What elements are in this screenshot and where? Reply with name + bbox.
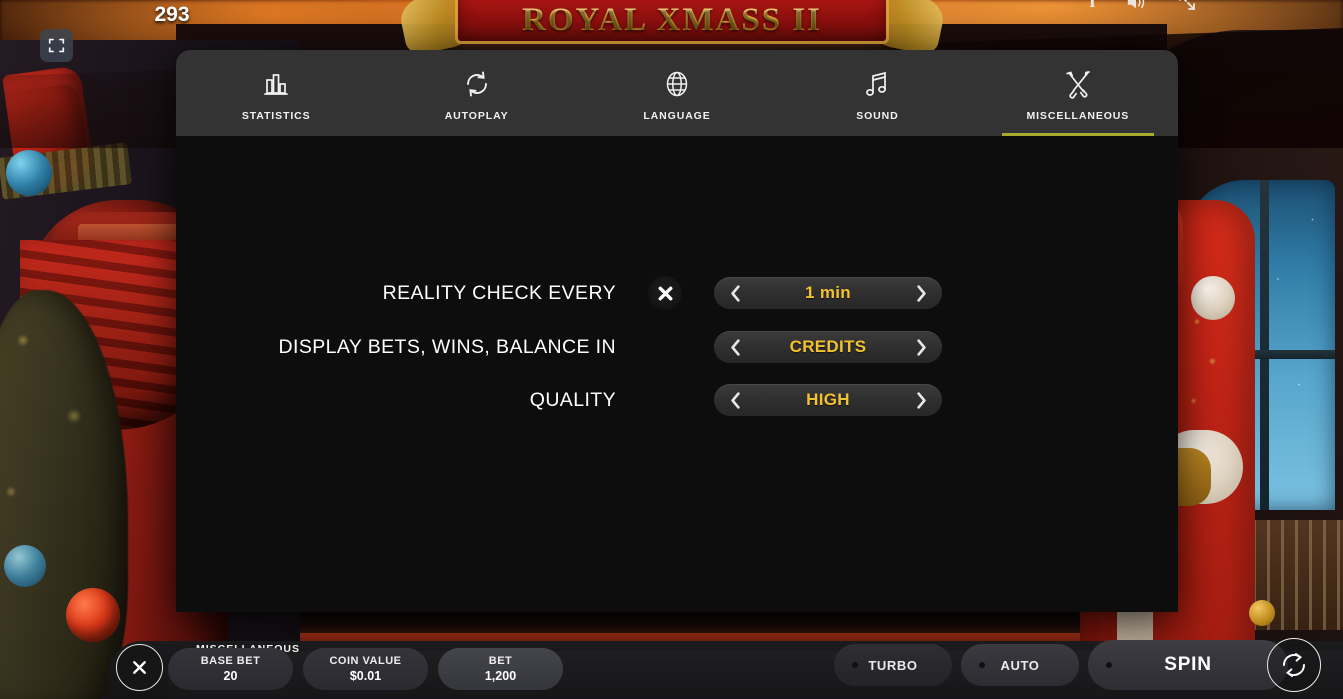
quality-stepper[interactable]: HIGH [714, 384, 942, 416]
turbo-indicator-dot [852, 662, 858, 668]
coin-value-label: COIN VALUE [329, 655, 402, 667]
close-icon [658, 286, 672, 300]
settings-row-list: REALITY CHECK EVERY 1 min DISPLAY BETS, … [176, 276, 1178, 416]
info-icon: i [1089, 0, 1095, 12]
tools-icon [1062, 64, 1094, 104]
reality-check-prev-button[interactable] [725, 281, 745, 305]
setting-label-quality: QUALITY [529, 388, 616, 411]
base-bet-button[interactable]: BASE BET 20 [168, 648, 293, 690]
tab-sound[interactable]: SOUND [777, 50, 977, 136]
bar-chart-icon [261, 64, 291, 104]
balance-display: BALANCE 293 [112, 0, 232, 27]
turbo-label: TURBO [868, 657, 918, 673]
spin-label: SPIN [1164, 654, 1212, 675]
quality-prev-button[interactable] [725, 388, 745, 412]
spin-controls: TURBO AUTO SPIN [834, 638, 1343, 692]
game-logo: ROYAL XMASS II [455, 0, 889, 44]
top-hud-controls: i [1089, 0, 1197, 13]
fullscreen-button[interactable] [40, 29, 73, 62]
globe-icon [662, 64, 692, 104]
circular-arrow-icon [1283, 653, 1305, 677]
setting-label-reality-check: REALITY CHECK EVERY [382, 281, 616, 304]
setting-row-reality-check: REALITY CHECK EVERY 1 min [176, 276, 1178, 310]
tab-statistics[interactable]: STATISTICS [176, 50, 376, 136]
setting-row-display-units: DISPLAY BETS, WINS, BALANCE IN CREDITS [176, 331, 1178, 363]
settings-tab-bar: STATISTICS AUTOPLAY LANGUAGE SOUND MISCE… [176, 50, 1178, 136]
fullscreen-icon [48, 38, 65, 53]
chevron-left-icon [730, 338, 740, 356]
tab-statistics-label: STATISTICS [241, 110, 311, 122]
balance-value: 293 [154, 3, 190, 26]
display-units-next-button[interactable] [911, 335, 931, 359]
bet-label: BET [488, 655, 513, 667]
auto-button[interactable]: AUTO [961, 644, 1079, 686]
spin-indicator-dot [1106, 662, 1112, 668]
scene-santa-pompom [1191, 276, 1235, 320]
expand-icon [1179, 0, 1195, 10]
base-bet-label: BASE BET [200, 655, 261, 667]
coin-value-button[interactable]: COIN VALUE $0.01 [303, 648, 428, 690]
reality-check-stepper[interactable]: 1 min [714, 277, 942, 309]
info-button[interactable]: i [1089, 0, 1095, 13]
music-note-icon [863, 64, 891, 104]
tab-miscellaneous[interactable]: MISCELLANEOUS [978, 50, 1178, 136]
base-bet-value: 20 [223, 669, 238, 683]
scene-ornament-blue [4, 545, 46, 587]
chevron-left-icon [730, 391, 740, 409]
bet-value: 1,200 [484, 669, 517, 683]
scene-window-mullion-vertical [1260, 180, 1269, 510]
reality-check-value: 1 min [805, 283, 851, 302]
setting-label-display-units: DISPLAY BETS, WINS, BALANCE IN [278, 335, 616, 358]
reality-check-next-button[interactable] [911, 281, 931, 305]
quality-next-button[interactable] [911, 388, 931, 412]
setting-row-quality: QUALITY HIGH [176, 384, 1178, 416]
sound-icon [1127, 0, 1145, 8]
spin-icon-button[interactable] [1267, 638, 1321, 692]
quality-value: HIGH [806, 390, 850, 409]
bet-button[interactable]: BET 1,200 [438, 648, 563, 690]
chevron-left-icon [730, 284, 740, 302]
expand-button[interactable] [1177, 0, 1197, 12]
tab-language-label: LANGUAGE [643, 110, 711, 122]
bottom-toolbar: MISCELLANEOUS BASE BET 20 COIN VALUE $0.… [0, 634, 1343, 699]
tab-sound-label: SOUND [856, 110, 899, 122]
tab-miscellaneous-label: MISCELLANEOUS [1026, 110, 1130, 122]
spin-button[interactable]: SPIN [1088, 638, 1321, 692]
scene-ornament-blue-top [6, 150, 52, 196]
active-tab-indicator [1001, 133, 1154, 136]
reality-check-toggle-button[interactable] [648, 276, 682, 310]
display-units-prev-button[interactable] [725, 335, 745, 359]
display-units-stepper[interactable]: CREDITS [714, 331, 942, 363]
tab-autoplay-label: AUTOPLAY [444, 110, 509, 122]
auto-indicator-dot [979, 662, 985, 668]
close-icon [133, 661, 146, 674]
settings-panel: STATISTICS AUTOPLAY LANGUAGE SOUND MISCE… [176, 50, 1178, 612]
turbo-button[interactable]: TURBO [834, 644, 952, 686]
tab-autoplay[interactable]: AUTOPLAY [376, 50, 576, 136]
bet-controls: BASE BET 20 COIN VALUE $0.01 BET 1,200 [168, 648, 563, 690]
chevron-right-icon [916, 391, 926, 409]
close-settings-button[interactable] [116, 644, 163, 691]
refresh-icon [461, 64, 493, 104]
chevron-right-icon [916, 338, 926, 356]
scene-gold-bell [1249, 600, 1275, 626]
game-title: ROYAL XMASS II [521, 2, 823, 38]
auto-label: AUTO [1000, 657, 1040, 673]
sound-button[interactable] [1125, 0, 1147, 12]
coin-value-value: $0.01 [349, 669, 382, 683]
settings-content: REALITY CHECK EVERY 1 min DISPLAY BETS, … [176, 136, 1178, 612]
tab-language[interactable]: LANGUAGE [577, 50, 777, 136]
display-units-value: CREDITS [789, 337, 867, 356]
reality-check-toggle-slot [616, 276, 714, 310]
chevron-right-icon [916, 284, 926, 302]
